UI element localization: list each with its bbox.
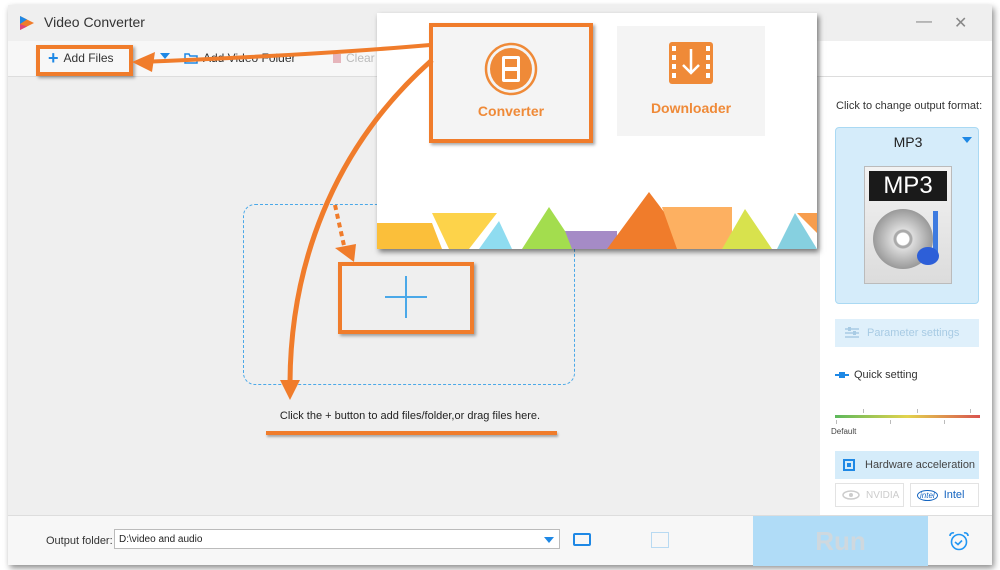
converter-label: Converter <box>477 103 545 119</box>
intel-button[interactable]: intel Intel <box>910 483 979 507</box>
add-video-folder-label: Add Video Folder <box>203 51 296 65</box>
slider-tick <box>944 420 945 424</box>
slider-tick <box>863 409 864 413</box>
intel-logo-icon: intel <box>917 489 938 501</box>
app-title: Video Converter <box>44 14 145 30</box>
nvidia-button[interactable]: NVIDIA <box>835 483 904 507</box>
quick-setting-label: Quick setting <box>854 369 918 381</box>
slider-tick <box>890 420 891 424</box>
run-button[interactable]: Run <box>753 516 928 566</box>
drop-hint-text: Click the + button to add files/folder,o… <box>279 410 541 422</box>
converter-icon <box>484 42 538 96</box>
add-files-highlight <box>36 45 133 76</box>
format-name: MP3 <box>893 134 923 150</box>
output-folder-input[interactable] <box>114 529 560 549</box>
plus-icon-v <box>405 276 407 318</box>
mp3-file-icon: MP3 <box>864 166 952 284</box>
chevron-down-icon <box>962 137 972 143</box>
right-panel-header <box>820 41 992 77</box>
preview-folder-icon[interactable] <box>651 532 669 548</box>
chip-icon <box>843 459 855 471</box>
quality-slider[interactable] <box>835 415 980 418</box>
music-note-icon <box>917 247 939 265</box>
hardware-acceleration-button[interactable]: Hardware acceleration <box>835 451 979 479</box>
sliders-icon <box>845 327 859 338</box>
output-folder-label: Output folder: <box>46 535 113 547</box>
output-folder-dropdown-icon[interactable] <box>544 537 554 543</box>
folder-icon <box>184 53 198 64</box>
nvidia-eye-icon <box>842 490 860 500</box>
slider-handle-icon <box>835 372 849 378</box>
clear-label: Clear <box>346 51 375 65</box>
slider-tick <box>970 409 971 413</box>
mp3-icon-label: MP3 <box>869 171 947 201</box>
add-plus-button[interactable] <box>338 262 474 334</box>
slider-default-label: Default <box>831 427 857 436</box>
nvidia-label: NVIDIA <box>866 489 900 501</box>
app-logo-icon <box>20 16 34 30</box>
decorative-triangles <box>377 192 817 249</box>
parameter-settings-button[interactable]: Parameter settings <box>835 319 979 347</box>
downloader-mode-button[interactable]: Downloader <box>617 26 765 136</box>
converter-mode-button[interactable]: Converter <box>429 23 593 143</box>
right-panel: Click to change output format: MP3 MP3 P… <box>820 77 992 515</box>
slider-tick <box>836 420 837 424</box>
trash-icon <box>333 53 341 63</box>
format-prompt: Click to change output format: <box>836 100 983 112</box>
annotation-underline <box>266 431 557 435</box>
alarm-clock-icon[interactable] <box>948 530 970 552</box>
bottom-bar: Output folder: Run <box>8 515 992 566</box>
quick-setting: Quick setting <box>835 369 918 381</box>
parameter-settings-label: Parameter settings <box>867 327 960 339</box>
output-format-selector[interactable]: MP3 MP3 <box>835 127 979 304</box>
close-button[interactable]: ✕ <box>954 13 967 33</box>
downloader-label: Downloader <box>650 100 732 116</box>
add-files-dropdown-icon[interactable] <box>160 53 170 59</box>
downloader-icon <box>669 42 713 84</box>
mode-selector-overlay: Converter Downloader <box>377 13 817 249</box>
intel-label: Intel <box>943 489 965 501</box>
hardware-acceleration-label: Hardware acceleration <box>865 459 976 471</box>
open-folder-icon[interactable] <box>573 533 591 546</box>
minimize-button[interactable]: — <box>916 13 932 31</box>
slider-tick <box>917 409 918 413</box>
clear-button[interactable]: Clear <box>333 51 375 65</box>
add-video-folder-button[interactable]: Add Video Folder <box>184 51 296 65</box>
